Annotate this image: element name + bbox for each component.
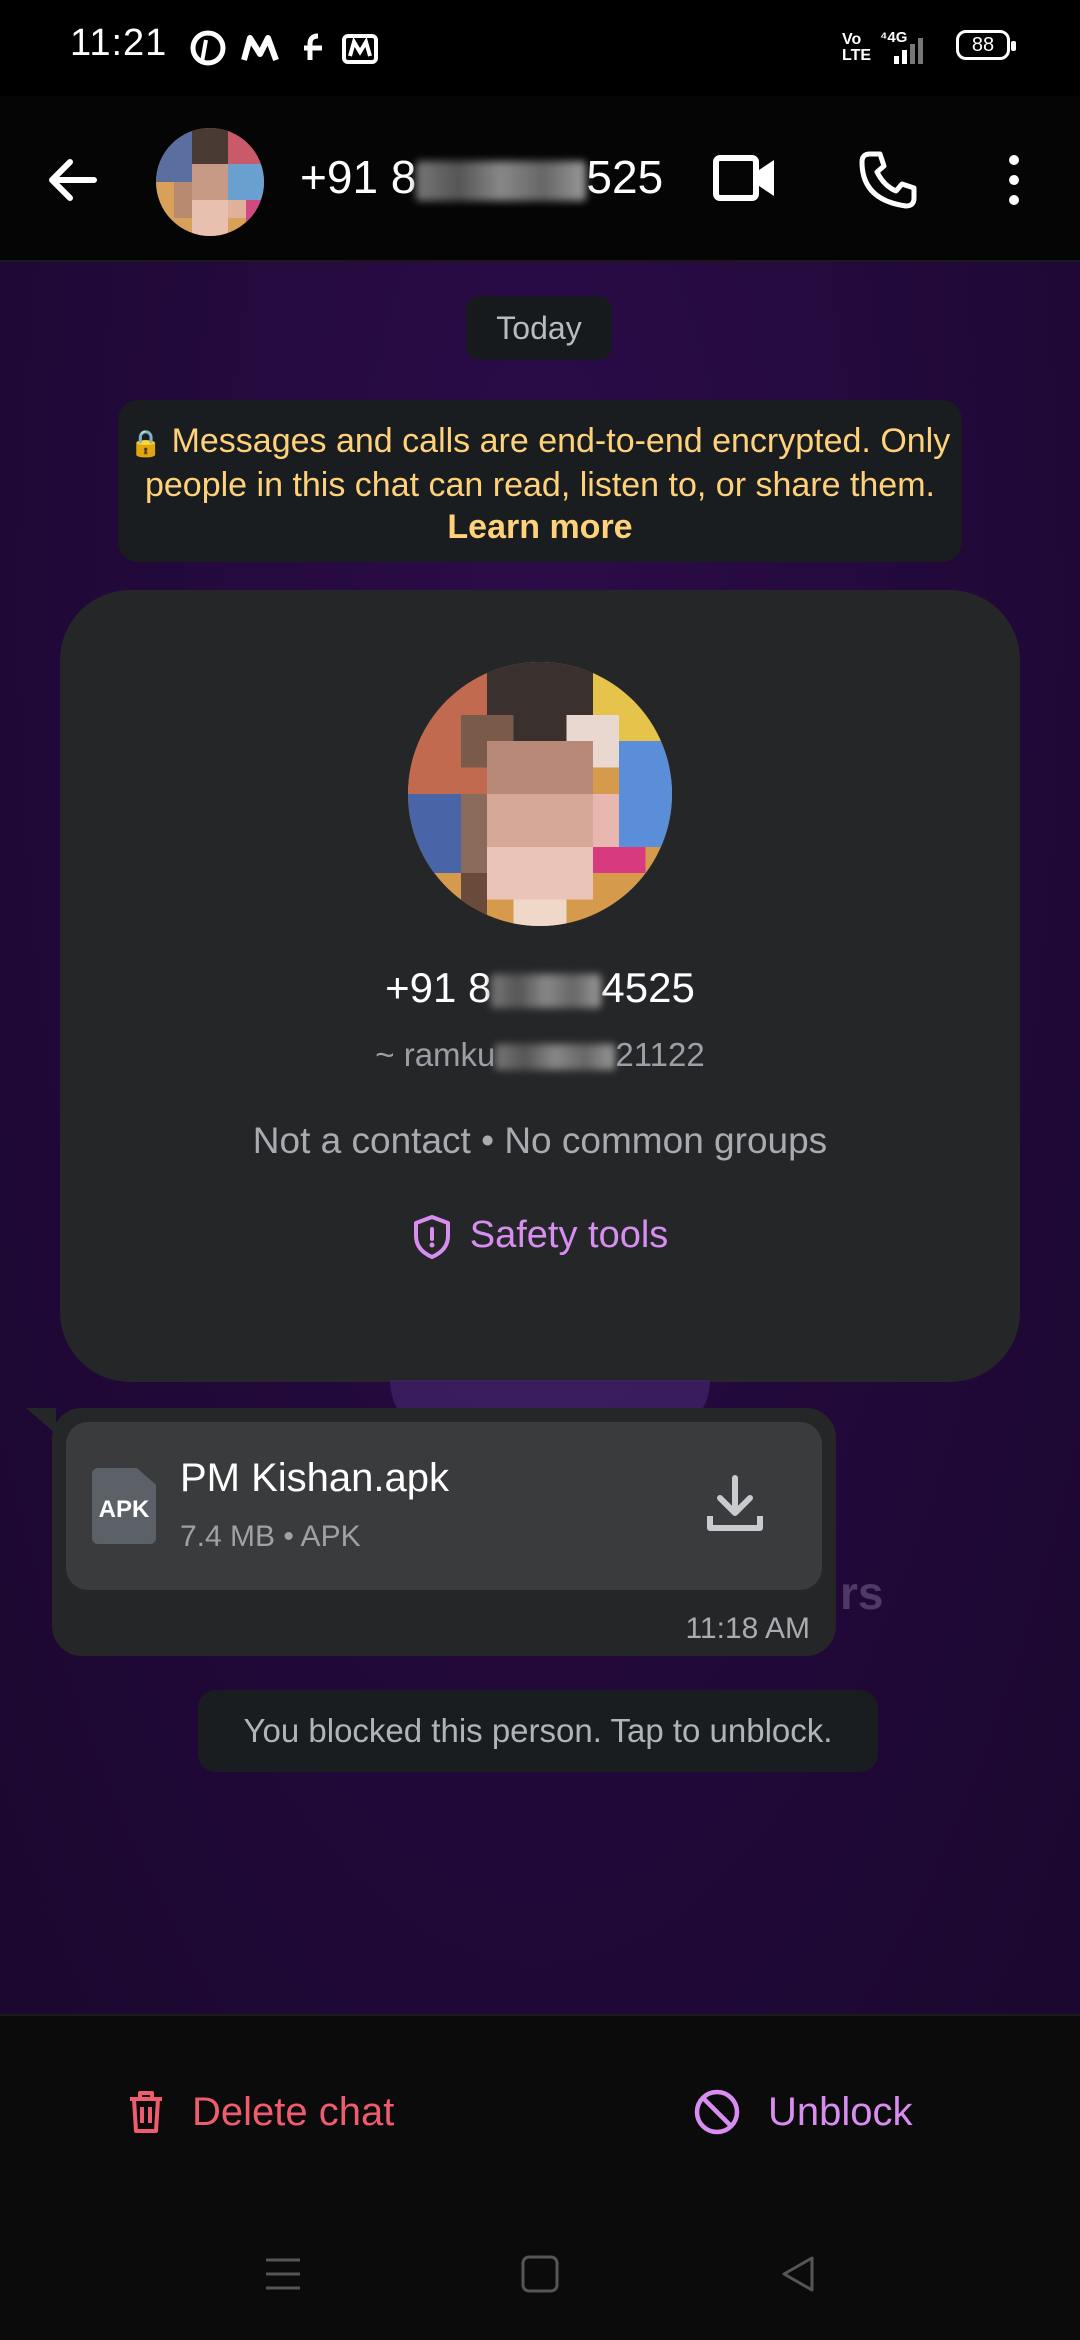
profile-avatar[interactable] (408, 662, 672, 926)
svg-text:⁴4G: ⁴4G (880, 29, 907, 46)
contact-phone-title[interactable]: +91 8 525 (300, 150, 663, 204)
volte-icon: Vo LTE (842, 31, 872, 64)
voice-call-icon[interactable] (856, 148, 920, 217)
flipkart-icon (296, 28, 330, 68)
learn-more-link[interactable]: Learn more (447, 508, 632, 546)
signal-icon: ⁴4G (880, 28, 940, 73)
file-name: PM Kishan.apk (180, 1456, 450, 1500)
redacted-username (495, 1044, 616, 1071)
status-time: 11:21 (70, 22, 168, 64)
redacted-digits (491, 973, 602, 1008)
apk-file-badge: APK (98, 1496, 150, 1523)
battery-icon: 88 (956, 30, 1016, 60)
encryption-notice[interactable]: 🔒 Messages and calls are end-to-end encr… (118, 400, 962, 562)
unblock-button[interactable]: Unblock (692, 2080, 913, 2144)
delete-chat-label: Delete chat (192, 2089, 395, 2134)
app-mp-icon (340, 28, 384, 68)
profile-username: ~ ramku 21122 (0, 1036, 1080, 1074)
username-prefix: ~ ramku (375, 1036, 496, 1073)
home-icon[interactable] (520, 2254, 560, 2299)
username-suffix: 21122 (615, 1036, 705, 1073)
profile-phone-prefix: +91 8 (385, 964, 492, 1011)
message-timestamp: 11:18 AM (685, 1612, 810, 1645)
phone-prefix: +91 8 (300, 151, 417, 203)
profile-phone: +91 8 4525 (0, 964, 1080, 1012)
blocked-notice[interactable]: You blocked this person. Tap to unblock. (198, 1690, 878, 1772)
encryption-text: Messages and calls are end-to-end encryp… (144, 422, 951, 504)
trash-icon (130, 2091, 162, 2133)
shield-icon (413, 1215, 450, 1259)
lock-icon: 🔒 (129, 428, 163, 458)
safety-tools-label: Safety tools (469, 1214, 669, 1257)
download-icon[interactable] (700, 1470, 770, 1545)
contact-status: Not a contact • No common groups (252, 1120, 828, 1161)
more-options-icon[interactable] (1000, 150, 1028, 215)
pinterest-icon (190, 28, 226, 68)
battery-level: 88 (971, 34, 995, 56)
background-ghost-text: rs (840, 1567, 884, 1619)
app-m-icon (240, 28, 280, 68)
safety-tools-button[interactable]: Safety tools (0, 1214, 1080, 1260)
redacted-digits (416, 160, 587, 201)
recent-apps-icon[interactable] (262, 2254, 304, 2299)
phone-suffix: 525 (586, 151, 664, 203)
contact-avatar[interactable] (156, 128, 264, 236)
profile-phone-suffix: 4525 (601, 964, 695, 1011)
back-arrow-icon[interactable] (44, 152, 100, 213)
block-icon (694, 2089, 740, 2135)
file-meta: 7.4 MB • APK (180, 1520, 361, 1553)
bubble-tail (26, 1408, 56, 1434)
date-divider: Today (466, 296, 612, 360)
back-nav-icon[interactable] (778, 2254, 818, 2299)
delete-chat-button[interactable]: Delete chat (126, 2080, 394, 2144)
unblock-label: Unblock (768, 2089, 913, 2134)
video-call-icon[interactable] (712, 148, 778, 213)
